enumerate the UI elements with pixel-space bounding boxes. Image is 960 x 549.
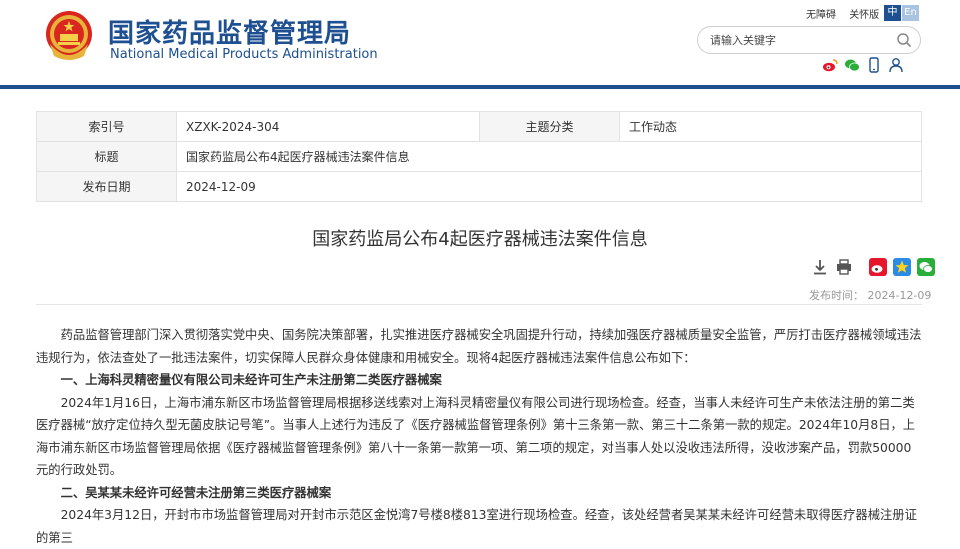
share-qzone-icon[interactable]: [893, 258, 911, 276]
weibo-icon[interactable]: [822, 57, 838, 73]
section-heading-1: 一、上海科灵精密量仪有限公司未经许可生产未注册第二类医疗器械案: [60, 373, 442, 387]
search-input[interactable]: [710, 31, 890, 49]
content-divider: [36, 304, 922, 305]
section-heading-2: 二、吴某某未经许可经营未注册第三类医疗器械案: [60, 485, 332, 500]
header-share-icons: [822, 57, 904, 73]
paragraph-case-2: 2024年3月12日，开封市市场监督管理局对开封市示范区金悦湾7号楼8楼813室…: [36, 508, 917, 545]
paragraph-intro: 药品监督管理部门深入贯彻落实党中央、国务院决策部署，扎实推进医疗器械安全巩固提升…: [36, 328, 922, 365]
site-name-en[interactable]: National Medical Products Administration: [110, 47, 378, 62]
search-icon[interactable]: [896, 32, 912, 48]
accessibility-link[interactable]: 无障碍: [806, 10, 836, 21]
article-tools: [811, 258, 935, 276]
date-value: 2024-12-09: [176, 171, 922, 202]
article-body: 药品监督管理部门深入贯彻落实党中央、国务院决策部署，扎实推进医疗器械安全巩固提升…: [36, 324, 922, 549]
tool-spacer: [859, 258, 863, 276]
article-info-table: 索引号 XZXK-2024-304 主题分类 工作动态 标题 国家药监局公布4起…: [36, 111, 922, 202]
title-value: 国家药监局公布4起医疗器械违法案件信息: [176, 141, 922, 172]
user-icon[interactable]: [888, 57, 904, 73]
category-label: 主题分类: [479, 111, 620, 142]
header-divider-bar: [0, 85, 960, 89]
article-title: 国家药监局公布4起医疗器械违法案件信息: [312, 229, 648, 250]
lang-en-button[interactable]: En: [902, 5, 919, 21]
lang-zh-button[interactable]: 中: [884, 5, 901, 21]
date-label: 发布日期: [36, 171, 177, 202]
category-value: 工作动态: [619, 111, 922, 142]
info-row-date: 发布日期 2024-12-09: [36, 171, 922, 202]
paragraph-case-1: 2024年1月16日，上海市浦东新区市场监督管理局根据移送线索对上海科灵精密量仪…: [36, 395, 916, 478]
care-mode-link[interactable]: 关怀版: [849, 10, 879, 21]
site-name-cn[interactable]: 国家药品监督管理局: [108, 13, 351, 50]
national-emblem-icon[interactable]: [44, 8, 94, 64]
info-row-title: 标题 国家药监局公布4起医疗器械违法案件信息: [36, 141, 922, 172]
share-weibo-icon[interactable]: [869, 258, 887, 276]
title-label: 标题: [36, 141, 177, 172]
top-links: 无障碍 关怀版: [806, 6, 889, 21]
print-icon[interactable]: [835, 258, 853, 276]
wechat-icon[interactable]: [844, 57, 860, 73]
info-row-index: 索引号 XZXK-2024-304 主题分类 工作动态: [36, 111, 922, 142]
index-value: XZXK-2024-304: [176, 111, 480, 142]
search-box: [697, 26, 921, 54]
mobile-icon[interactable]: [866, 57, 882, 73]
publish-time: 发布时间： 2024-12-09: [809, 289, 932, 302]
site-header: 国家药品监督管理局 National Medical Products Admi…: [0, 0, 960, 88]
share-wechat-icon[interactable]: [917, 258, 935, 276]
index-label: 索引号: [36, 111, 177, 142]
download-icon[interactable]: [811, 258, 829, 276]
